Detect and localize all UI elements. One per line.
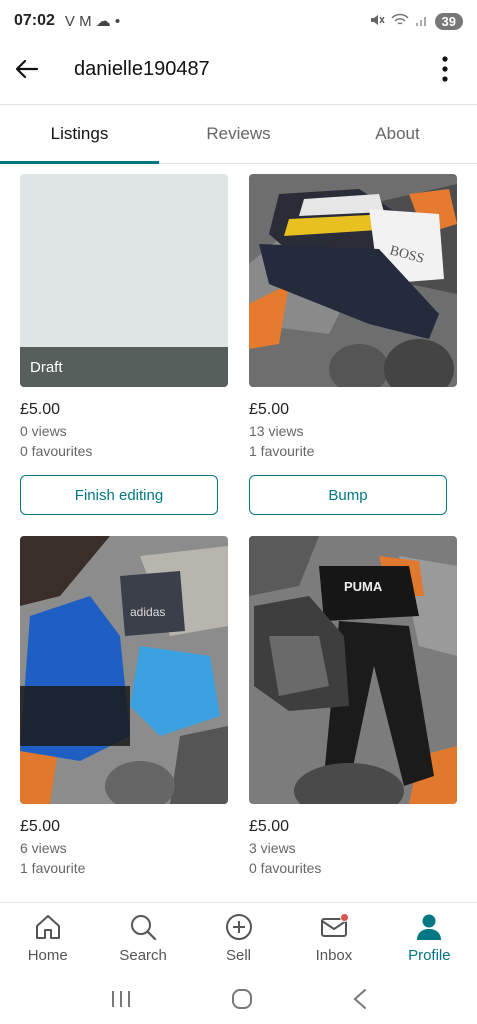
listing-favourites: 0 favourites (20, 443, 93, 459)
tab-reviews[interactable]: Reviews (159, 105, 318, 163)
listing-views: 0 views (20, 423, 67, 439)
finish-editing-button[interactable]: Finish editing (20, 475, 218, 515)
svg-text:adidas: adidas (130, 605, 165, 619)
home-button-icon[interactable] (231, 988, 253, 1010)
status-time: 07:02 (14, 12, 55, 29)
listing-price: £5.00 (249, 818, 290, 835)
svg-text:PUMA: PUMA (344, 579, 383, 594)
listing-photo[interactable]: adidas (20, 536, 228, 804)
nav-inbox[interactable]: Inbox (286, 903, 381, 974)
nav-home[interactable]: Home (0, 903, 95, 974)
listing-card[interactable]: BOSS £5.00 13 views 1 favourite Bump (249, 174, 457, 515)
bump-button[interactable]: Bump (249, 475, 447, 515)
nav-label: Search (119, 947, 167, 964)
more-vertical-icon (442, 56, 448, 82)
nav-label: Profile (408, 947, 451, 964)
listing-card[interactable]: PUMA £5.00 3 views 0 favourites (249, 536, 457, 876)
listing-price: £5.00 (20, 401, 61, 418)
listing-image: adidas (20, 536, 228, 804)
arrow-left-icon (15, 59, 39, 79)
listing-price: £5.00 (20, 818, 61, 835)
notification-icons: V M ☁ • (64, 13, 121, 30)
tab-listings[interactable]: Listings (0, 105, 159, 164)
listing-price: £5.00 (249, 401, 290, 418)
listing-views: 6 views (20, 840, 67, 856)
listing-views: 13 views (249, 423, 304, 439)
listing-views: 3 views (249, 840, 296, 856)
nav-label: Home (27, 947, 68, 964)
battery-indicator: 39 (434, 12, 463, 30)
home-icon (35, 915, 60, 939)
listing-favourites: 1 favourite (20, 860, 86, 876)
profile-tabs: Listings Reviews About (0, 104, 477, 164)
nav-sell[interactable]: Sell (191, 903, 286, 974)
listing-image: BOSS (249, 174, 457, 387)
listing-image: PUMA (249, 536, 457, 804)
listing-photo[interactable]: PUMA (249, 536, 457, 804)
system-back-icon[interactable] (352, 988, 368, 1010)
wifi-icon (390, 13, 409, 30)
nav-profile[interactable]: Profile (382, 903, 477, 974)
app-header: danielle190487 (0, 42, 477, 96)
listing-favourites: 0 favourites (249, 860, 322, 876)
listing-card[interactable]: Draft £5.00 0 views 0 favourites Finish … (20, 174, 228, 515)
tab-about[interactable]: About (318, 105, 477, 163)
status-bar: 07:02 V M ☁ • 39 (0, 0, 477, 42)
nav-search[interactable]: Search (95, 903, 190, 974)
more-options-button[interactable] (425, 42, 465, 96)
system-navigation-bar (0, 974, 477, 1024)
mute-icon (369, 13, 385, 30)
profile-icon (417, 914, 442, 940)
recent-apps-icon[interactable] (110, 989, 132, 1009)
notification-dot (339, 913, 349, 922)
mail-icon (319, 913, 349, 941)
listing-card[interactable]: adidas £5.00 6 views 1 favourite (20, 536, 228, 876)
bottom-navigation: Home Search Sell Inbox Profile (0, 902, 477, 974)
draft-badge: Draft (20, 347, 228, 387)
search-icon (131, 915, 157, 941)
listing-photo[interactable]: Draft (20, 174, 228, 387)
listing-favourites: 1 favourite (249, 443, 315, 459)
plus-circle-icon (225, 914, 252, 940)
back-button[interactable] (0, 42, 54, 96)
nav-label: Inbox (315, 947, 353, 964)
signal-icon (415, 13, 429, 30)
system-icons: 39 (369, 12, 463, 30)
nav-label: Sell (226, 947, 252, 964)
page-title: danielle190487 (74, 57, 210, 80)
listing-photo[interactable]: BOSS (249, 174, 457, 387)
